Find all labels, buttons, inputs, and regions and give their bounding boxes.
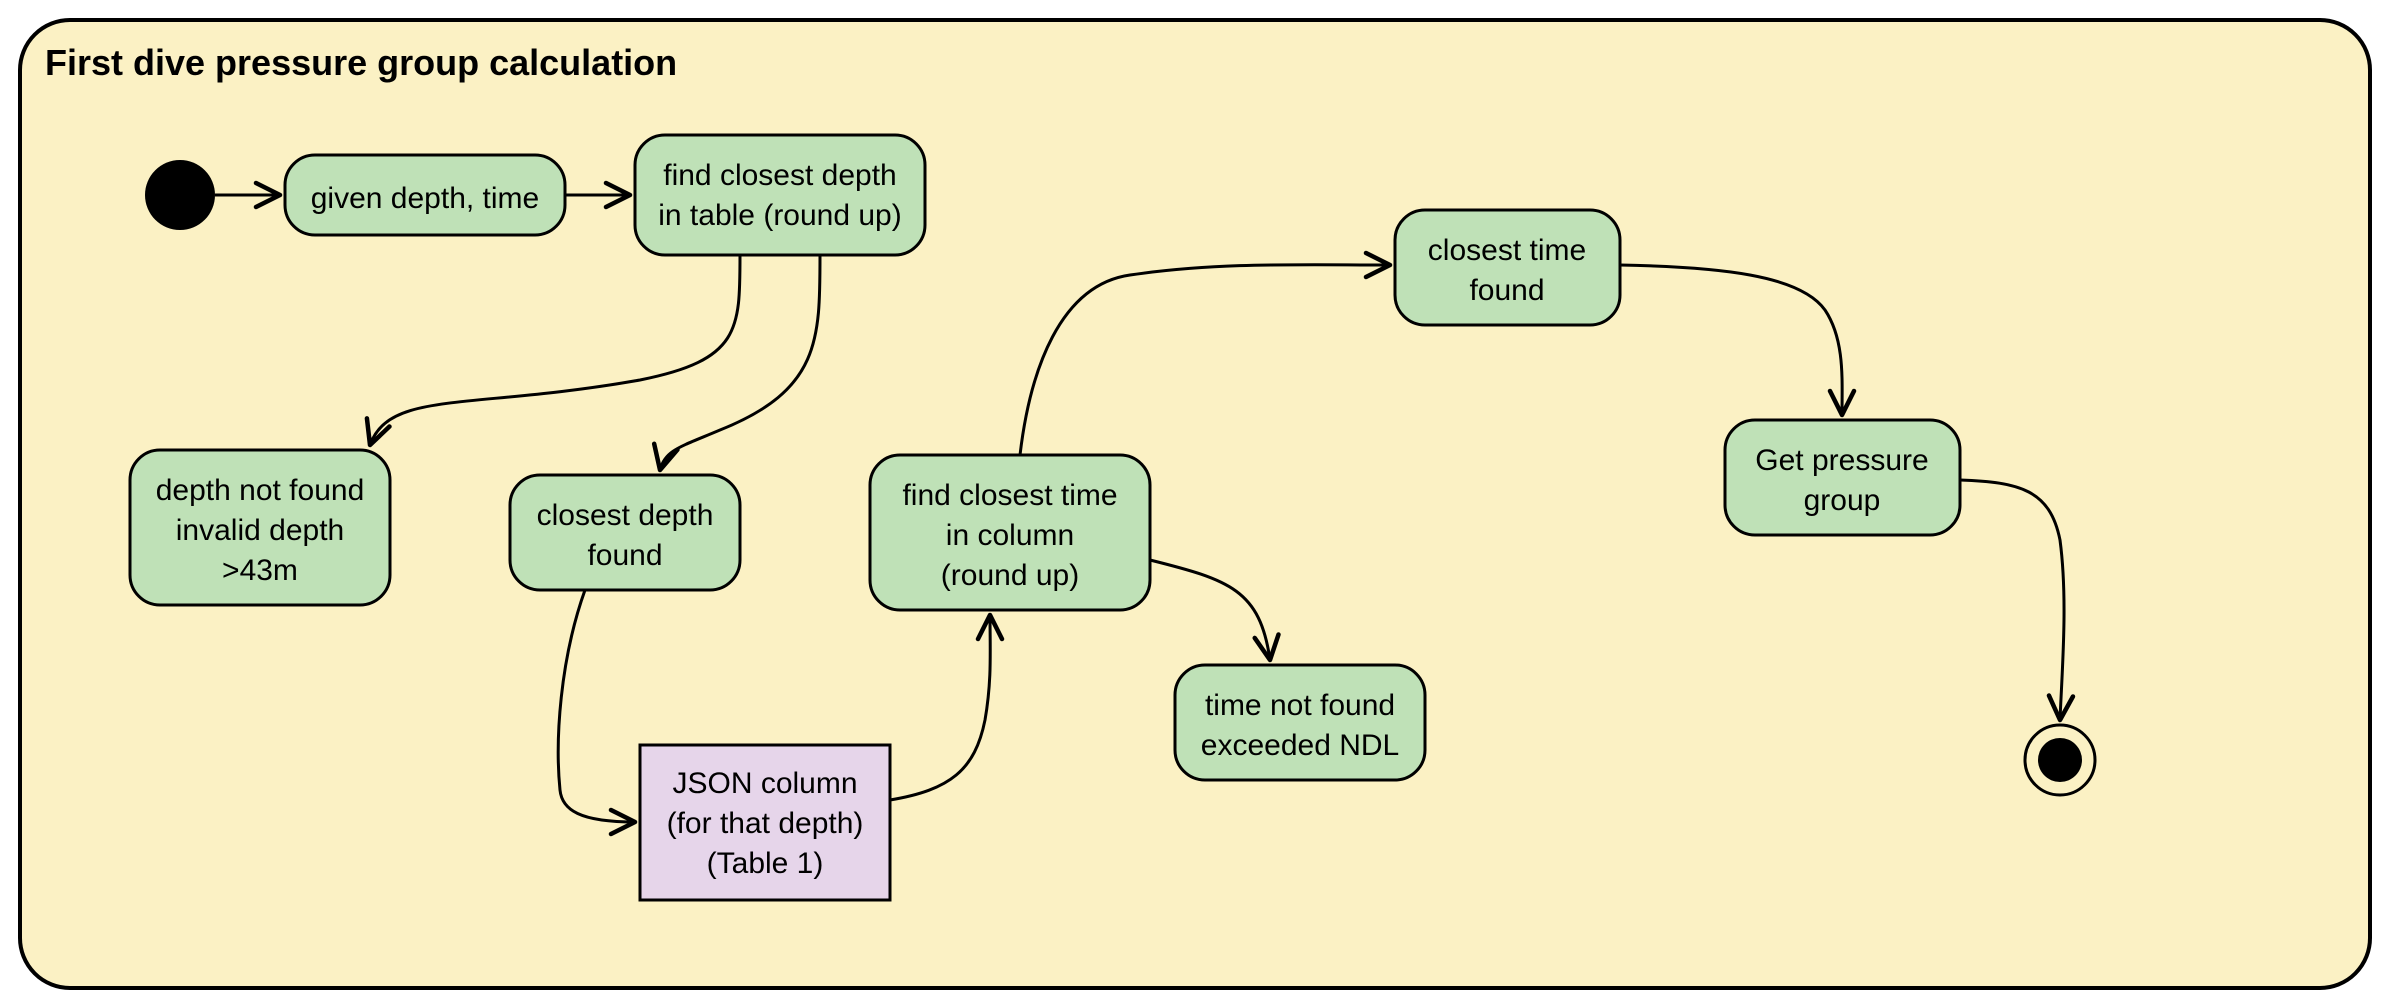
activity-label-line1: find closest time [902,479,1117,512]
activity-label-line2: in table (round up) [658,199,902,232]
activity-closest-time-found: closest time found [1395,210,1620,325]
activity-label-line2: found [587,539,662,572]
activity-find-closest-time: find closest time in column (round up) [870,455,1150,610]
datastore-label-line2: (for that depth) [667,807,864,840]
activity-given-depth-time: given depth, time [285,155,565,235]
activity-label-line2: exceeded NDL [1201,729,1399,762]
activity-label-line1: closest depth [537,499,714,532]
activity-diagram: First dive pressure group calculation gi… [0,0,2390,1008]
activity-label-line1: closest time [1428,234,1586,267]
activity-find-closest-depth: find closest depth in table (round up) [635,135,925,255]
activity-label-line1: depth not found [156,474,365,507]
activity-label-line2: group [1804,484,1881,517]
activity-time-not-found: time not found exceeded NDL [1175,665,1425,780]
initial-node [145,160,215,230]
datastore-label-line3: (Table 1) [707,847,824,880]
activity-label-line1: time not found [1205,689,1395,722]
activity-get-pressure-group: Get pressure group [1725,420,1960,535]
activity-closest-depth-found: closest depth found [510,475,740,590]
activity-label-line2: found [1469,274,1544,307]
activity-label-line2: invalid depth [176,514,344,547]
diagram-title: First dive pressure group calculation [45,42,677,83]
datastore-label-line1: JSON column [672,767,857,800]
activity-label-line1: Get pressure [1755,444,1928,477]
activity-depth-not-found: depth not found invalid depth >43m [130,450,390,605]
activity-label-line2: in column [946,519,1074,552]
datastore-json-column: JSON column (for that depth) (Table 1) [640,745,890,900]
activity-label-line1: find closest depth [663,159,896,192]
activity-label-line3: >43m [222,554,298,587]
activity-label: given depth, time [311,182,539,215]
activity-label-line3: (round up) [941,559,1079,592]
